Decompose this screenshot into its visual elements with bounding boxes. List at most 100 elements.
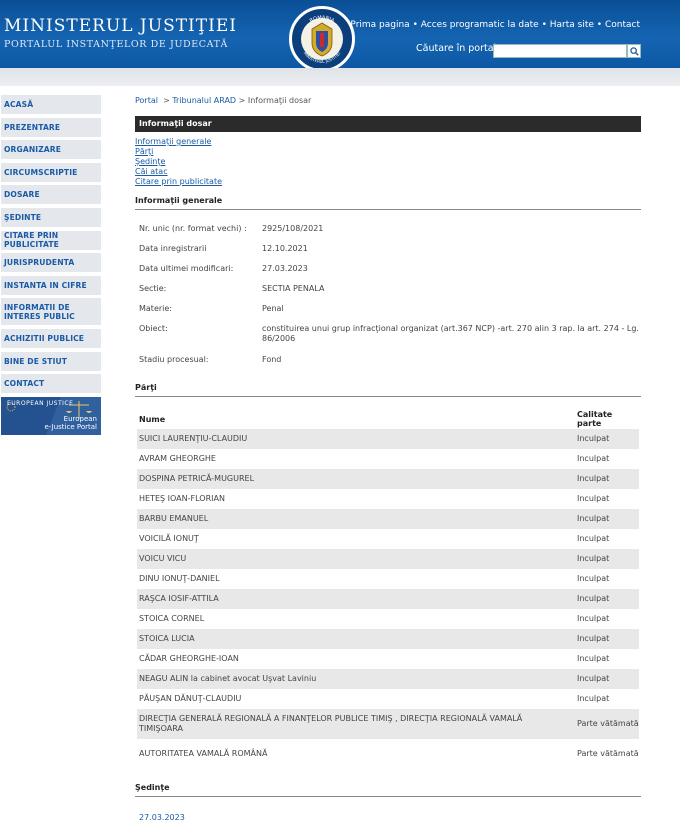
party-role: Parte vătămată: [577, 719, 639, 728]
top-link-separator: •: [541, 20, 547, 30]
crest-logo[interactable]: ROMANIA MINISTERUL JUSTITIEI: [289, 6, 355, 68]
table-row: SUICI LAURENŢIU-CLAUDIU Inculpat: [137, 429, 639, 449]
parti-heading: Părţi: [135, 383, 641, 397]
sidebar-item-prezentare[interactable]: PREZENTARE: [1, 117, 101, 137]
party-role: Inculpat: [577, 594, 610, 603]
table-row: BARBU EMANUEL Inculpat: [137, 509, 639, 529]
sidebar-nav: ACASĂ PREZENTARE ORGANIZARE CIRCUMSCRIPT…: [1, 95, 101, 435]
top-link-sitemap[interactable]: Harta site: [550, 20, 594, 30]
party-name: NEAGU ALIN la cabinet avocat Uşvat Lavin…: [139, 674, 317, 683]
e-justice-text: European e-Justice Portal: [44, 414, 97, 431]
table-row: HETEŞ IOAN-FLORIAN Inculpat: [137, 489, 639, 509]
breadcrumb-separator: >: [163, 96, 170, 105]
site-header: MINISTERUL JUSTIŢIEI PORTALUL INSTANŢELO…: [0, 0, 680, 68]
top-link-api[interactable]: Acces programatic la date: [421, 20, 539, 30]
table-row: PĂUŞAN DĂNUŢ-CLAUDIU Inculpat: [137, 689, 639, 709]
site-title: MINISTERUL JUSTIŢIEI: [4, 16, 237, 36]
sidebar-item-informatii[interactable]: INFORMATII DE INTERES PUBLIC: [1, 298, 101, 326]
party-role: Inculpat: [577, 534, 610, 543]
info-label: Data inregistrarii: [139, 244, 207, 253]
info-row: Stadiu procesual: Fond: [135, 355, 641, 375]
top-link-separator: •: [596, 20, 603, 30]
sedinte-heading: Şedinţe: [135, 783, 641, 797]
info-value: 27.03.2023: [262, 264, 308, 273]
info-label: Materie:: [139, 304, 172, 313]
col-header-nume: Nume: [139, 414, 166, 424]
info-row: Data ultimei modificari: 27.03.2023: [135, 264, 641, 284]
party-role: Inculpat: [577, 434, 610, 443]
table-row: AUTORITATEA VAMALĂ ROMÂNĂ Parte vătămată: [137, 739, 639, 769]
sidebar-item-achizitii[interactable]: ACHIZITII PUBLICE: [1, 328, 101, 348]
sidebar-item-citare[interactable]: CITARE PRIN PUBLICITATE: [1, 230, 101, 250]
party-role: Inculpat: [577, 454, 610, 463]
sidebar-item-organizare[interactable]: ORGANIZARE: [1, 140, 101, 160]
info-row: Data inregistrarii 12.10.2021: [135, 244, 641, 264]
info-value: Fond: [262, 355, 282, 364]
party-name: STOICA LUCIA: [139, 634, 195, 643]
sidebar-item-jurisprudenta[interactable]: JURISPRUDENTA: [1, 253, 101, 273]
page-title: Informaţii dosar: [135, 116, 641, 132]
top-link-contact[interactable]: Contact: [605, 20, 640, 30]
breadcrumb-portal[interactable]: Portal: [135, 96, 158, 105]
party-name: STOICA CORNEL: [139, 614, 205, 623]
top-link-home[interactable]: Prima pagina: [350, 20, 409, 30]
top-link-separator: •: [412, 20, 418, 30]
party-role: Inculpat: [577, 514, 610, 523]
sidebar-item-acasa[interactable]: ACASĂ: [1, 95, 101, 114]
info-value: 2925/108/2021: [262, 224, 324, 233]
party-role: Inculpat: [577, 634, 610, 643]
party-name: SUICI LAURENŢIU-CLAUDIU: [139, 434, 248, 443]
party-name: DINU IONUŢ-DANIEL: [139, 574, 220, 583]
party-role: Inculpat: [577, 674, 610, 683]
party-role: Inculpat: [577, 494, 610, 503]
table-row: VOICILĂ IONUŢ Inculpat: [137, 529, 639, 549]
table-row: DOSPINA PETRICĂ-MUGUREL Inculpat: [137, 469, 639, 489]
table-row: AVRAM GHEORGHE Inculpat: [137, 449, 639, 469]
party-role: Inculpat: [577, 474, 610, 483]
info-row: Nr. unic (nr. format vechi) : 2925/108/2…: [135, 224, 641, 244]
info-row: Obiect: constituirea unui grup infracţio…: [135, 324, 641, 355]
info-label: Sectie:: [139, 284, 167, 293]
breadcrumb-court[interactable]: Tribunalul ARAD: [172, 96, 236, 105]
sidebar-item-bine-de-stiut[interactable]: BINE DE STIUT: [1, 351, 101, 371]
sidebar-item-dosare[interactable]: DOSARE: [1, 185, 101, 205]
hearing-date-link[interactable]: 27.03.2023: [139, 813, 641, 822]
party-name: DOSPINA PETRICĂ-MUGUREL: [139, 474, 255, 483]
party-name: AUTORITATEA VAMALĂ ROMÂNĂ: [139, 749, 268, 758]
info-value: Penal: [262, 304, 284, 313]
general-info-table: Nr. unic (nr. format vechi) : 2925/108/2…: [135, 224, 641, 375]
svg-text:MINISTERUL JUSTITIEI: MINISTERUL JUSTITIEI: [303, 51, 341, 64]
sidebar-item-contact[interactable]: CONTACT: [1, 374, 101, 394]
party-name: VOICILĂ IONUŢ: [139, 534, 199, 543]
info-row: Sectie: SECTIA PENALA: [135, 284, 641, 304]
party-name: PĂUŞAN DĂNUŢ-CLAUDIU: [139, 694, 242, 703]
search-button[interactable]: [627, 44, 641, 58]
general-info-heading: Informaţii generale: [135, 196, 641, 210]
sidebar-item-instanta-in-cifre[interactable]: INSTANTA IN CIFRE: [1, 275, 101, 295]
sidebar-item-circumscriptie[interactable]: CIRCUMSCRIPTIE: [1, 162, 101, 182]
link-sedinte[interactable]: Şedinţe: [135, 157, 641, 167]
info-value: constituirea unui grup infracţional orga…: [262, 324, 639, 343]
link-cai-atac[interactable]: Căi atac: [135, 167, 641, 177]
party-role: Inculpat: [577, 554, 610, 563]
e-justice-banner[interactable]: EUROPEAN JUSTICE European e-Justice Port…: [1, 396, 101, 435]
party-role: Inculpat: [577, 574, 610, 583]
search-input[interactable]: [493, 44, 627, 58]
table-row: DINU IONUŢ-DANIEL Inculpat: [137, 569, 639, 589]
table-row: VOICU VICU Inculpat: [137, 549, 639, 569]
info-label: Stadiu procesual:: [139, 355, 209, 364]
party-role: Inculpat: [577, 694, 610, 703]
breadcrumb: Portal > Tribunalul ARAD > Informaţii do…: [135, 96, 641, 110]
table-row: DIRECŢIA GENERALĂ REGIONALĂ A FINANŢELOR…: [137, 709, 639, 739]
info-row: Materie: Penal: [135, 304, 641, 324]
link-informatii-generale[interactable]: Informaţii generale: [135, 137, 641, 147]
link-citare[interactable]: Citare prin publicitate: [135, 177, 641, 187]
link-parti[interactable]: Părţi: [135, 147, 641, 157]
crest-lettering: ROMANIA MINISTERUL JUSTITIEI: [303, 15, 341, 64]
parti-table: Nume Calitate parte SUICI LAURENŢIU-CLAU…: [137, 409, 639, 769]
breadcrumb-current: Informaţii dosar: [247, 96, 312, 105]
sidebar-item-sedinte[interactable]: ŞEDINTE: [1, 207, 101, 227]
info-value: 12.10.2021: [262, 244, 308, 253]
party-role: Parte vătămată: [577, 749, 639, 758]
svg-text:ROMANIA: ROMANIA: [309, 15, 336, 25]
